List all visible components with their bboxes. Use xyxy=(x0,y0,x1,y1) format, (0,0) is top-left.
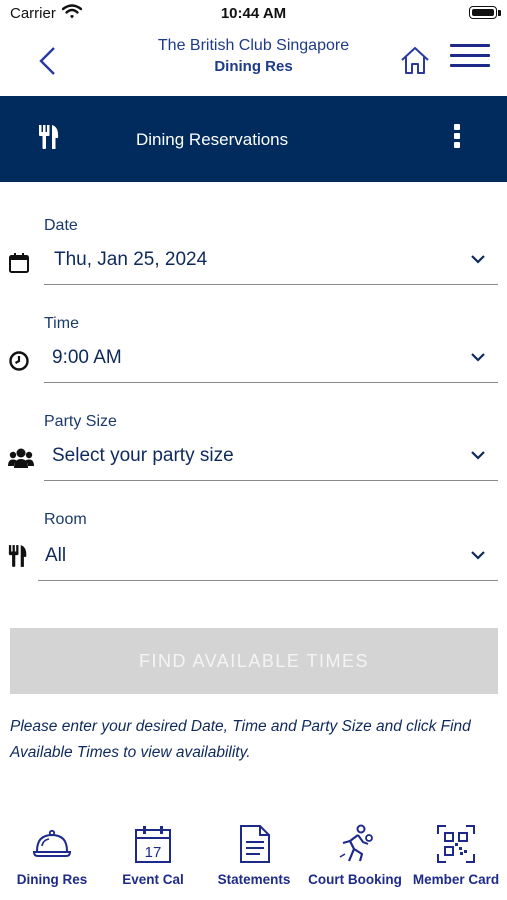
tab-label: Statements xyxy=(217,872,291,887)
chevron-down-icon xyxy=(471,451,485,460)
tab-label: Member Card xyxy=(412,872,500,887)
clock-icon xyxy=(8,350,30,377)
tab-statements[interactable]: Statements xyxy=(204,818,304,898)
dot-icon xyxy=(454,124,460,130)
status-bar: Carrier 10:44 AM xyxy=(0,0,507,30)
battery-icon xyxy=(469,6,497,19)
tab-label: Dining Res xyxy=(16,872,88,887)
room-value: All xyxy=(45,545,67,566)
tab-label: Event Cal xyxy=(122,872,184,887)
app-header: The British Club Singapore Dining Res xyxy=(0,30,507,96)
party-size-value: Select your party size xyxy=(52,445,234,466)
time-label: Time xyxy=(44,315,79,332)
home-icon xyxy=(401,47,429,74)
tab-member-card[interactable]: Member Card xyxy=(406,818,506,898)
cloche-icon xyxy=(32,829,72,857)
bottom-tab-bar: Dining Res 17 Event Cal Statements Court… xyxy=(0,818,507,900)
runner-icon xyxy=(339,824,373,862)
tab-court-booking[interactable]: Court Booking xyxy=(305,818,405,898)
home-button[interactable] xyxy=(399,44,431,76)
chevron-down-icon xyxy=(471,353,485,362)
users-icon xyxy=(8,446,34,475)
dot-icon xyxy=(454,133,460,139)
calendar-icon: 17 xyxy=(135,826,171,863)
room-label: Room xyxy=(44,511,87,528)
date-select[interactable]: Thu, Jan 25, 2024 xyxy=(44,241,498,285)
section-title-bar: Dining Reservations xyxy=(0,96,507,182)
clock: 10:44 AM xyxy=(220,5,287,22)
instructions-text: Please enter your desired Date, Time and… xyxy=(10,718,471,761)
chevron-down-icon xyxy=(471,255,485,264)
fork-knife-icon xyxy=(8,544,28,573)
tab-label: Court Booking xyxy=(308,872,402,887)
qr-code-icon xyxy=(437,825,475,863)
time-value: 9:00 AM xyxy=(52,347,122,368)
chevron-down-icon xyxy=(471,551,485,560)
menu-line-icon xyxy=(450,54,490,57)
time-select[interactable]: 9:00 AM xyxy=(44,339,498,383)
menu-line-icon xyxy=(450,44,490,47)
more-options-button[interactable] xyxy=(450,124,464,152)
battery-tip xyxy=(498,10,501,16)
find-available-times-button[interactable]: FIND AVAILABLE TIMES xyxy=(10,628,498,694)
room-select[interactable]: All xyxy=(38,537,498,581)
party-size-label: Party Size xyxy=(44,413,117,430)
date-label: Date xyxy=(44,217,78,234)
tab-dining-res[interactable]: Dining Res xyxy=(2,818,102,898)
calendar-icon xyxy=(8,252,30,279)
party-size-select[interactable]: Select your party size xyxy=(44,437,498,481)
page-title: Dining Reservations xyxy=(136,130,289,149)
calendar-day: 17 xyxy=(145,844,162,861)
dot-icon xyxy=(454,142,460,148)
tab-event-cal[interactable]: 17 Event Cal xyxy=(103,818,203,898)
fork-knife-icon xyxy=(38,124,60,155)
document-icon xyxy=(240,825,270,863)
date-value: Thu, Jan 25, 2024 xyxy=(54,249,208,270)
hamburger-menu-button[interactable] xyxy=(450,44,490,76)
menu-line-icon xyxy=(450,64,490,67)
